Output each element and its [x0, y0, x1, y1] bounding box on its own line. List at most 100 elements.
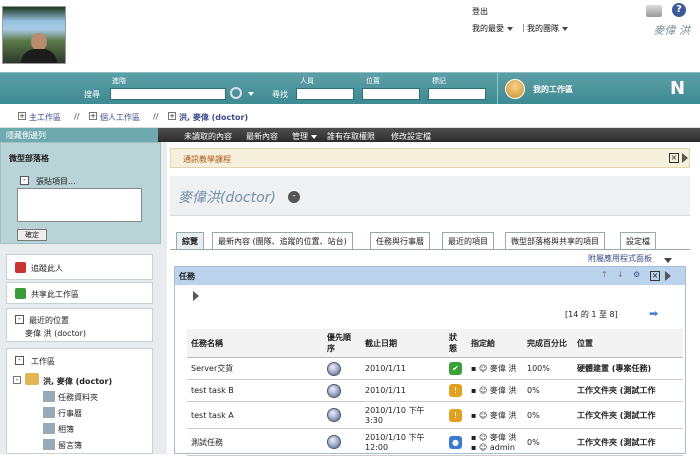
- ok-button[interactable]: 確定: [17, 229, 47, 241]
- expand-icon[interactable]: +: [89, 112, 97, 120]
- people-input[interactable]: [296, 88, 354, 100]
- task-location[interactable]: 工作文件夾 (測試工作: [573, 379, 683, 402]
- my-workspace-link[interactable]: 我的工作區: [533, 84, 573, 95]
- col-priority[interactable]: 優先順序: [323, 329, 361, 358]
- col-status[interactable]: 狀態: [445, 329, 467, 358]
- separator: |: [522, 23, 525, 32]
- task-name[interactable]: test task B: [187, 379, 323, 402]
- col-assignee[interactable]: 指定給: [467, 329, 523, 358]
- album-icon: [43, 423, 55, 434]
- advanced-search-link[interactable]: 進階: [112, 76, 126, 86]
- tutorial-label[interactable]: 通訊教學課程: [183, 154, 231, 165]
- nav-access[interactable]: 誰有存取權限: [327, 131, 375, 142]
- table-row[interactable]: test task B 2010/1/11 ! ▪ ☺ 麥偉 洪 0% 工作文件…: [187, 379, 683, 402]
- close-icon[interactable]: ×: [650, 271, 660, 281]
- gear-icon[interactable]: ⚙: [633, 270, 640, 279]
- task-location[interactable]: 工作文件夾 (測試工作: [573, 401, 683, 429]
- collapse-icon[interactable]: -: [288, 191, 300, 203]
- collapse-icon[interactable]: -: [15, 315, 24, 324]
- tab-tasks[interactable]: 任務與行事曆: [370, 232, 430, 249]
- assignee-name-2[interactable]: admin: [490, 443, 515, 452]
- expand-arrow-icon[interactable]: [665, 271, 671, 281]
- accessories-link[interactable]: 附屬應用程式面板: [588, 253, 652, 264]
- task-name[interactable]: Server交貨: [187, 357, 323, 380]
- next-page-icon[interactable]: ➡: [649, 307, 658, 320]
- print-icon[interactable]: [646, 5, 662, 17]
- status-warn-icon[interactable]: !: [449, 384, 462, 397]
- share-link[interactable]: 共享此工作區: [31, 289, 79, 300]
- collapse-icon[interactable]: -: [13, 376, 21, 384]
- crumb-personal[interactable]: 個人工作區: [100, 112, 140, 123]
- col-name[interactable]: 任務名稱: [187, 329, 323, 358]
- search-icon[interactable]: [230, 87, 242, 99]
- expand-arrow-icon[interactable]: [682, 153, 688, 163]
- col-location[interactable]: 位置: [573, 329, 683, 358]
- chevron-down-icon[interactable]: [664, 258, 672, 263]
- tab-recent[interactable]: 最近的項目: [442, 232, 494, 249]
- tree-root[interactable]: 洪, 麥偉 (doctor): [43, 376, 112, 387]
- tree-item-calendar[interactable]: 行事曆: [58, 408, 82, 419]
- recent-item[interactable]: 麥偉 洪 (doctor): [25, 328, 86, 339]
- assignee-name[interactable]: 麥偉 洪: [490, 411, 517, 420]
- table-row[interactable]: Server交貨 2010/1/11 ✔ ▪ ☺ 麥偉 洪 100% 硬體建置 …: [187, 357, 683, 380]
- assignee-name[interactable]: 麥偉 洪: [490, 433, 517, 442]
- tab-microblog[interactable]: 微型部落格與共享的項目: [505, 232, 605, 249]
- nav-manage[interactable]: 管理: [292, 131, 317, 142]
- col-due[interactable]: 截止日期: [361, 329, 445, 358]
- location-input[interactable]: [362, 88, 420, 100]
- nav-edit-profile[interactable]: 修改設定檔: [391, 131, 431, 142]
- status-cell: ●: [445, 428, 467, 456]
- favorites-menu[interactable]: 我的最愛: [472, 23, 513, 34]
- expand-arrow-icon[interactable]: [193, 291, 199, 301]
- crumb-separator: //: [153, 112, 159, 121]
- workspace-title: 工作區: [31, 357, 55, 366]
- teams-menu[interactable]: 我的團隊: [527, 23, 568, 34]
- logout-link[interactable]: 登出: [472, 6, 488, 17]
- collapse-icon[interactable]: -: [20, 176, 29, 185]
- nav-latest[interactable]: 最新內容: [246, 131, 278, 142]
- priority-icon: [327, 435, 341, 449]
- tag-input[interactable]: [428, 88, 486, 100]
- avatar[interactable]: [2, 6, 66, 64]
- location-label: 位置: [366, 77, 380, 85]
- search-input[interactable]: [110, 88, 226, 100]
- crumb-home[interactable]: 主工作區: [29, 112, 61, 123]
- assignee-name[interactable]: 麥偉 洪: [490, 364, 517, 373]
- collapse-icon[interactable]: -: [15, 356, 24, 365]
- move-up-icon[interactable]: ↑: [601, 270, 608, 279]
- task-name[interactable]: test task A: [187, 401, 323, 429]
- microblog-textarea[interactable]: [17, 188, 142, 222]
- task-location[interactable]: 工作文件夾 (測試工作: [573, 428, 683, 456]
- chevron-down-icon[interactable]: [248, 92, 254, 96]
- tab-latest[interactable]: 最新內容 (團隊、追蹤的位置、站台): [212, 232, 353, 249]
- expand-icon[interactable]: +: [168, 112, 176, 120]
- tab-profile[interactable]: 設定檔: [620, 232, 656, 249]
- tree-item-album[interactable]: 相簿: [58, 424, 74, 435]
- share-panel: 共享此工作區: [6, 282, 153, 304]
- tab-overview[interactable]: 綜覽: [176, 232, 204, 249]
- status-warn-icon[interactable]: !: [449, 408, 462, 422]
- nav-unread[interactable]: 未讀取的內容: [184, 131, 232, 142]
- table-row[interactable]: test task A 2010/1/10 下午 3:30 ! ▪ ☺ 麥偉 洪…: [187, 401, 683, 429]
- assignee-name[interactable]: 麥偉 洪: [490, 386, 517, 395]
- move-down-icon[interactable]: ↓: [617, 270, 624, 279]
- crumb-current[interactable]: 洪, 麥偉 (doctor): [179, 112, 248, 123]
- help-icon[interactable]: ?: [672, 3, 686, 17]
- col-percent[interactable]: 完成百分比: [523, 329, 573, 358]
- hide-sidebar-button[interactable]: 隱藏側邊列: [0, 128, 158, 142]
- task-name[interactable]: 測試任務: [187, 428, 323, 456]
- follow-link[interactable]: 追蹤此人: [31, 263, 63, 274]
- status-done-icon[interactable]: ✔: [449, 362, 462, 375]
- expand-icon[interactable]: +: [18, 112, 26, 120]
- tree-item-tasks[interactable]: 任務資料夾: [58, 392, 98, 403]
- task-location[interactable]: 硬體建置 (專案任務): [573, 357, 683, 380]
- tasks-panel: 任務 ↑ ↓ ⚙ × [14 的 1 至 8] ➡ 任務名稱 優先順序 截止日期…: [174, 266, 686, 456]
- status-cell: !: [445, 401, 467, 429]
- task-folder-icon: [43, 391, 55, 402]
- workspace-icon[interactable]: [505, 79, 525, 99]
- tree-item-guestbook[interactable]: 留言簿: [58, 440, 82, 451]
- table-row[interactable]: 測試任務 2010/1/10 下午 12:00 ● ▪ ☺ 麥偉 洪 ▪ ☺ ad…: [187, 428, 683, 456]
- status-info-icon[interactable]: ●: [449, 435, 462, 449]
- close-icon[interactable]: ×: [669, 153, 679, 163]
- tab-underline: [170, 249, 690, 250]
